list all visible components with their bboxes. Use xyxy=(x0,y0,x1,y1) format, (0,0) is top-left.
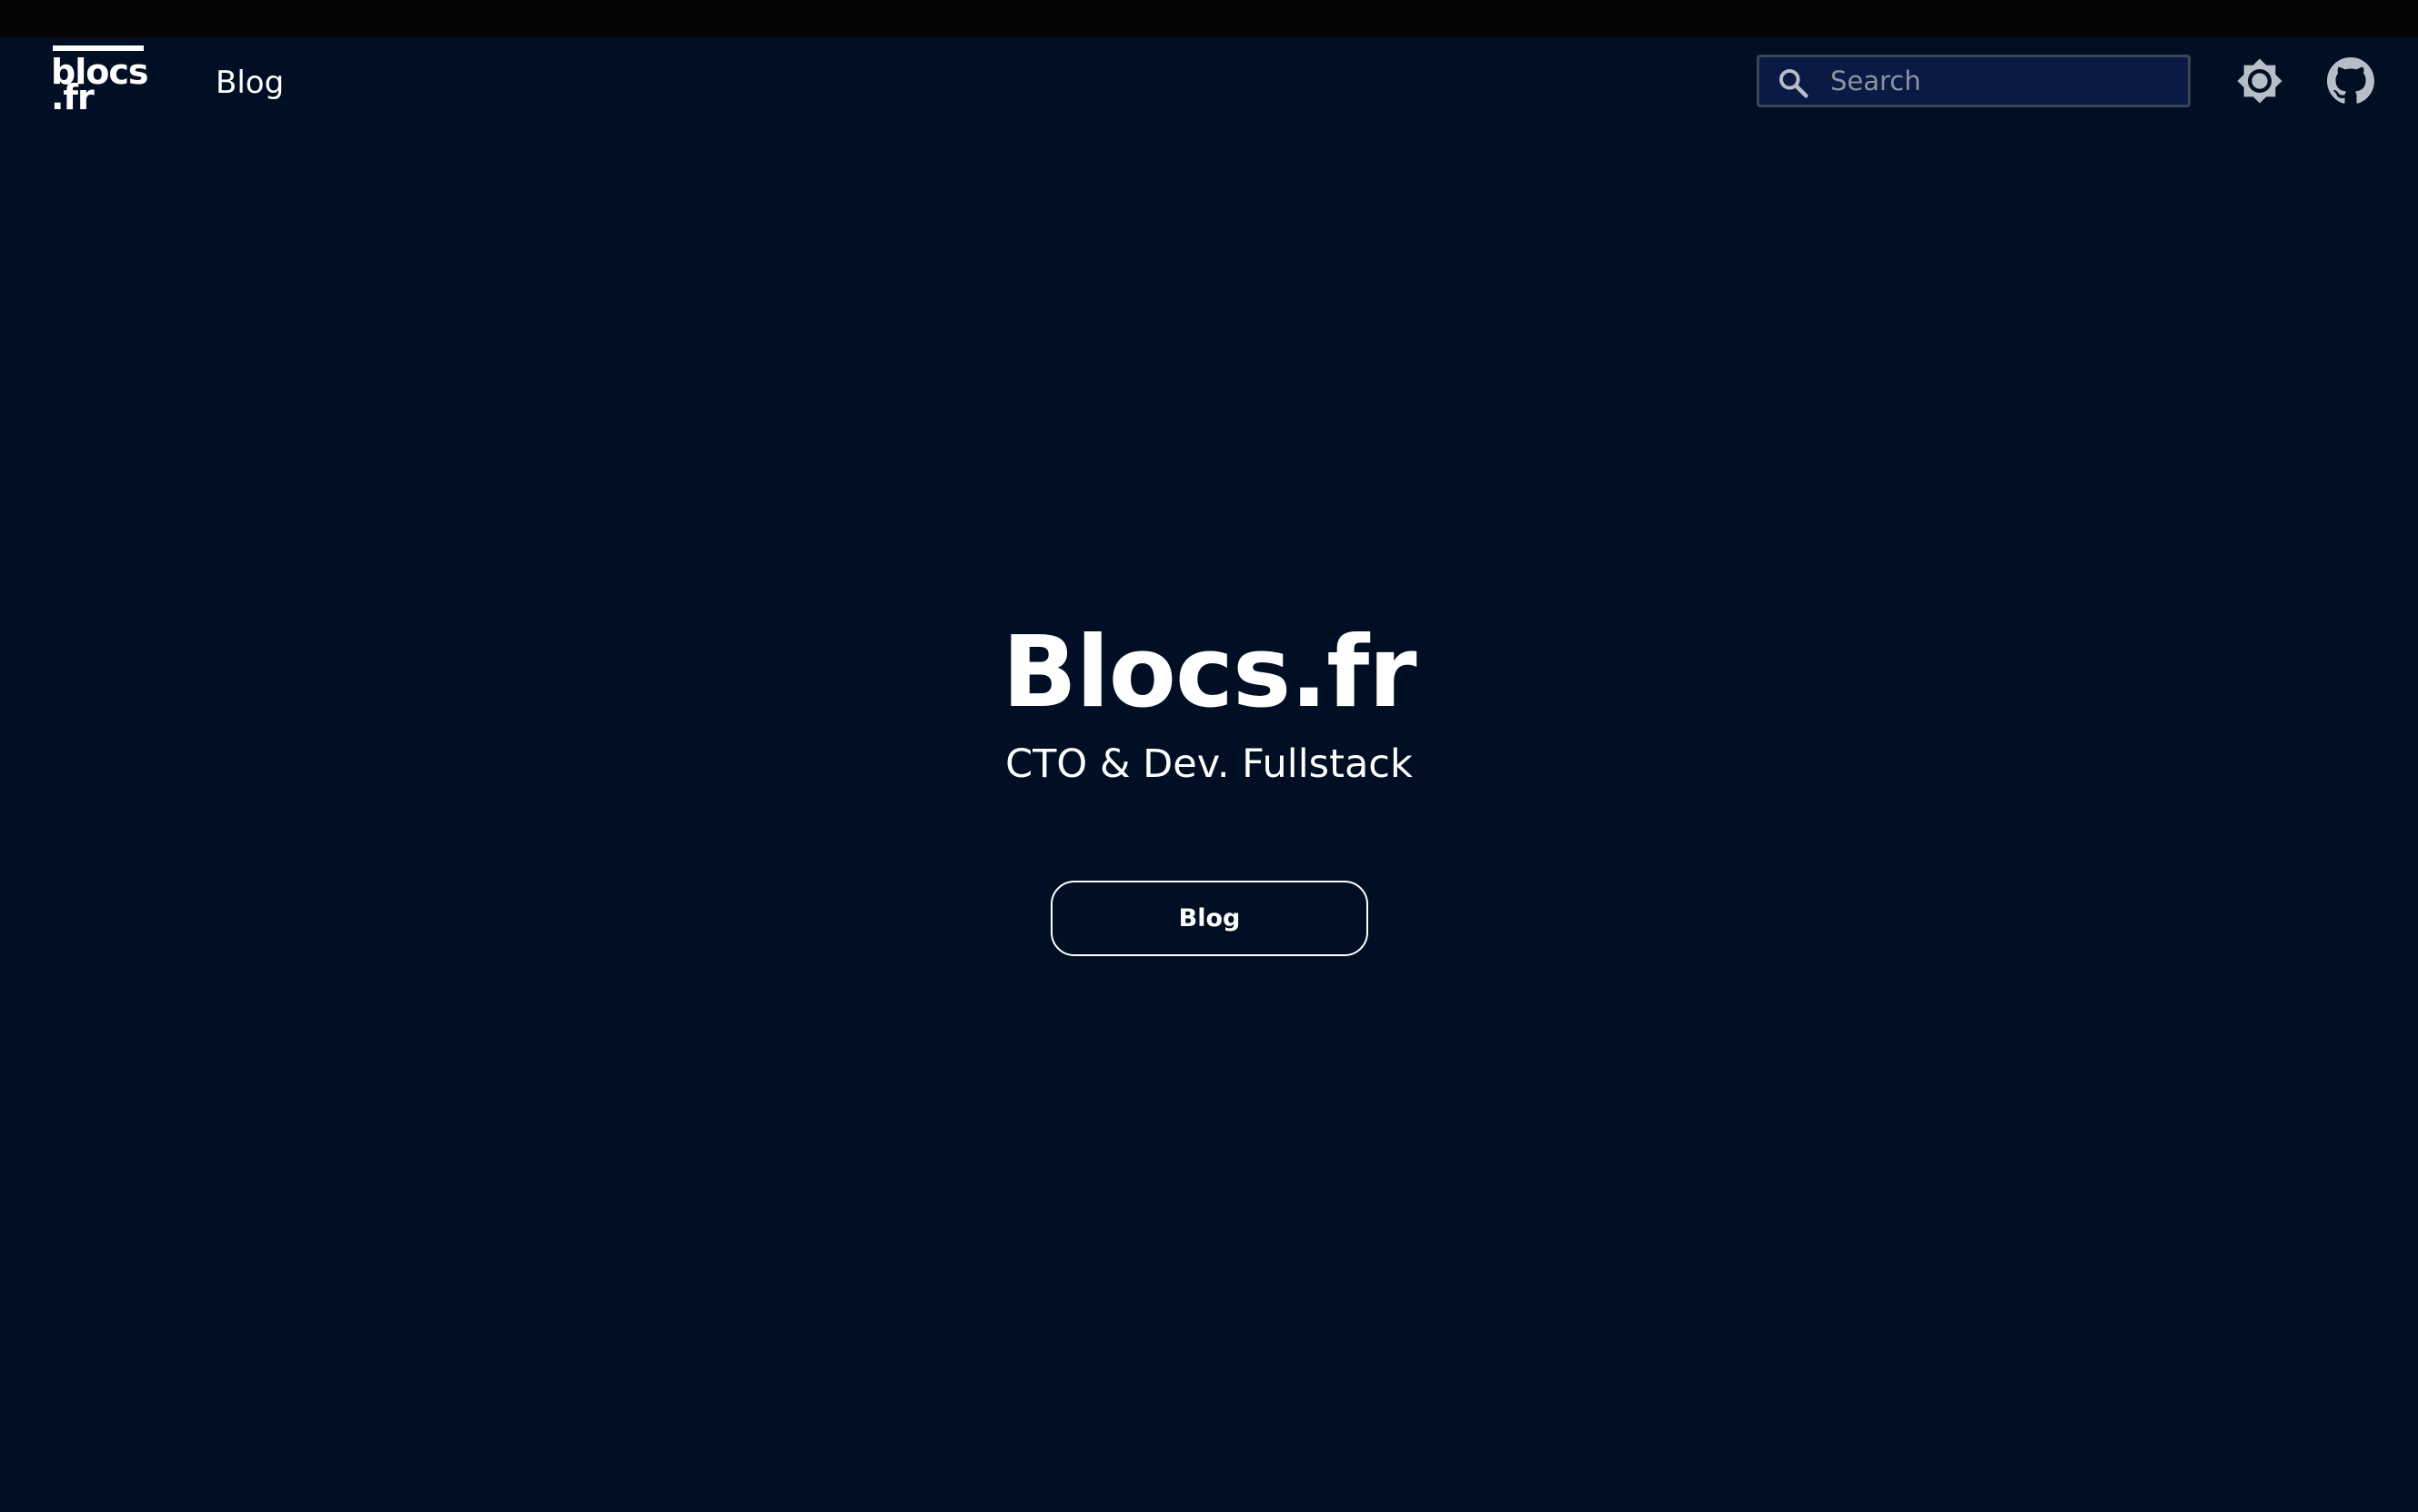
hero-title: Blocs.fr xyxy=(1002,616,1416,730)
top-strip xyxy=(0,0,2418,37)
search-input[interactable] xyxy=(1830,57,2176,105)
search-box[interactable] xyxy=(1757,55,2191,107)
logo-bar xyxy=(53,45,144,51)
theme-toggle-button[interactable] xyxy=(2236,57,2283,105)
github-icon xyxy=(2327,57,2374,104)
navbar: blocs .fr Blog xyxy=(0,37,2418,128)
sun-icon xyxy=(2237,58,2282,104)
search-icon xyxy=(1779,69,1808,98)
github-link[interactable] xyxy=(2327,57,2374,105)
hero-blog-button[interactable]: Blog xyxy=(1051,881,1368,956)
site-logo[interactable]: blocs .fr xyxy=(51,45,148,120)
logo-text-line-2: .fr xyxy=(51,77,95,117)
hero-section: Blocs.fr CTO & Dev. Fullstack Blog xyxy=(0,128,2418,1512)
nav-link-blog[interactable]: Blog xyxy=(216,63,284,103)
hero-subtitle: CTO & Dev. Fullstack xyxy=(1005,741,1413,787)
